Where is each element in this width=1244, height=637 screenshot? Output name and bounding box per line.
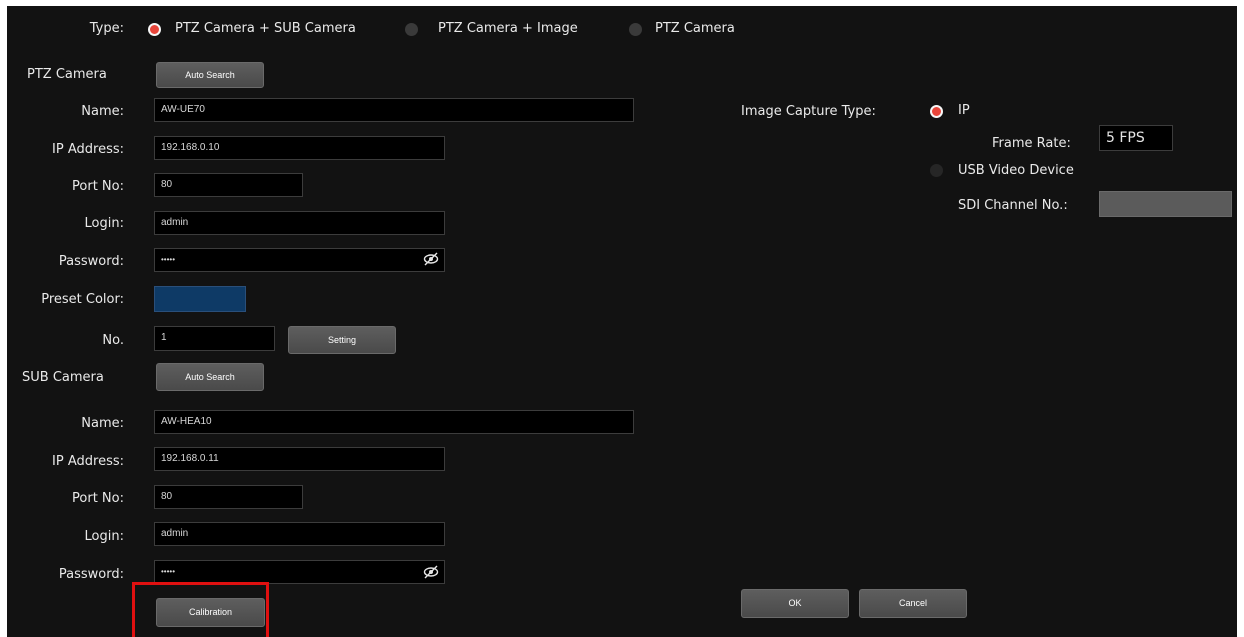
ptz-login-label: Login:	[84, 216, 124, 231]
ptz-ip-field[interactable]: 192.168.0.10	[154, 136, 445, 160]
ptz-name-label: Name:	[81, 104, 124, 119]
sub-ip-label: IP Address:	[52, 454, 124, 469]
type-radio-ptz-image[interactable]	[405, 23, 418, 36]
frame-rate-select[interactable]: 5 FPS	[1099, 125, 1173, 151]
sub-password-label: Password:	[58, 567, 124, 582]
image-capture-type-label: Image Capture Type:	[741, 104, 876, 119]
capture-option-ip-label: IP	[958, 103, 970, 118]
sub-port-label: Port No:	[72, 491, 124, 506]
preset-no-field[interactable]: 1	[154, 326, 275, 351]
ptz-password-label: Password:	[58, 254, 124, 269]
sub-login-label: Login:	[84, 529, 124, 544]
ptz-port-field[interactable]: 80	[154, 173, 303, 197]
ptz-login-field[interactable]: admin	[154, 211, 445, 235]
preset-color-swatch[interactable]	[154, 286, 246, 312]
sdi-channel-label: SDI Channel No.:	[958, 198, 1068, 213]
sub-name-field[interactable]: AW-HEA10	[154, 410, 634, 434]
ptz-camera-section-label: PTZ Camera	[27, 67, 107, 82]
sub-login-field[interactable]: admin	[154, 522, 445, 546]
ptz-port-label: Port No:	[72, 179, 124, 194]
ptz-ip-label: IP Address:	[52, 142, 124, 157]
sub-password-field[interactable]: •••••	[154, 560, 445, 584]
cancel-button[interactable]: Cancel	[859, 589, 967, 618]
sub-camera-section-label: SUB Camera	[22, 370, 104, 385]
preset-color-label: Preset Color:	[41, 292, 124, 307]
eye-slash-icon[interactable]	[423, 252, 439, 266]
capture-option-usb-label: USB Video Device	[958, 163, 1074, 178]
frame-rate-label: Frame Rate:	[992, 136, 1071, 151]
ok-button[interactable]: OK	[741, 589, 849, 618]
type-option-ptz-image-label: PTZ Camera + Image	[438, 21, 578, 36]
type-label: Type:	[89, 21, 124, 36]
type-radio-ptz-only[interactable]	[629, 23, 642, 36]
calibration-highlight-box	[132, 582, 269, 637]
setting-button[interactable]: Setting	[288, 326, 396, 354]
type-radio-ptz-sub[interactable]	[148, 23, 161, 36]
eye-slash-icon[interactable]	[423, 565, 439, 579]
preset-no-label: No.	[102, 333, 124, 348]
sdi-channel-field[interactable]	[1099, 191, 1232, 217]
capture-radio-usb[interactable]	[930, 164, 943, 177]
sub-port-field[interactable]: 80	[154, 485, 303, 509]
sub-name-label: Name:	[81, 416, 124, 431]
ptz-name-field[interactable]: AW-UE70	[154, 98, 634, 122]
ptz-password-field[interactable]: •••••	[154, 248, 445, 272]
type-option-ptz-only-label: PTZ Camera	[655, 21, 735, 36]
ptz-auto-search-button[interactable]: Auto Search	[156, 62, 264, 88]
type-option-ptz-sub-label: PTZ Camera + SUB Camera	[175, 21, 356, 36]
capture-radio-ip[interactable]	[930, 105, 943, 118]
sub-ip-field[interactable]: 192.168.0.11	[154, 447, 445, 471]
sub-auto-search-button[interactable]: Auto Search	[156, 363, 264, 391]
